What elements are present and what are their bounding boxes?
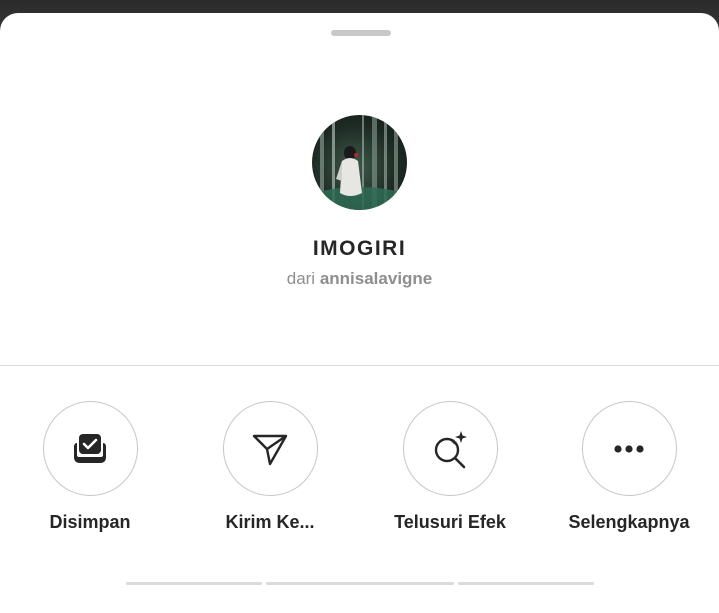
- more-label: Selengkapnya: [568, 512, 690, 532]
- author-prefix: dari: [286, 269, 316, 288]
- browse-effects-button[interactable]: Telusuri Efek: [360, 401, 540, 541]
- browse-effects-icon: [434, 430, 467, 468]
- send-to-button[interactable]: Kirim Ke...: [180, 401, 360, 541]
- browse-circle[interactable]: [402, 401, 498, 496]
- send-circle[interactable]: [222, 401, 318, 496]
- saved-label: Disimpan: [49, 512, 131, 532]
- effect-thumbnail: [312, 115, 407, 210]
- indicator-segment: [126, 582, 262, 585]
- sheet-drag-handle[interactable]: [331, 30, 391, 36]
- indicator-segment: [266, 582, 454, 585]
- effect-author-line: dari annisalavigne: [0, 269, 719, 289]
- send-label: Kirim Ke...: [225, 512, 315, 532]
- effect-title: IMOGIRI: [312, 237, 407, 260]
- more-icon: [614, 444, 644, 453]
- bottom-scroll-indicator: [126, 582, 596, 585]
- more-circle[interactable]: [581, 401, 677, 496]
- saved-check-icon: [74, 433, 106, 463]
- send-icon: [252, 434, 288, 465]
- saved-button[interactable]: Disimpan: [0, 401, 180, 541]
- section-divider: [0, 365, 719, 366]
- indicator-segment: [458, 582, 594, 585]
- saved-circle[interactable]: [42, 401, 138, 496]
- browse-label: Telusuri Efek: [394, 512, 506, 532]
- effect-bottom-sheet: IMOGIRI dari annisalavigne Disimpan Kiri…: [0, 13, 719, 613]
- more-button[interactable]: Selengkapnya: [539, 401, 719, 541]
- author-username[interactable]: annisalavigne: [320, 269, 432, 288]
